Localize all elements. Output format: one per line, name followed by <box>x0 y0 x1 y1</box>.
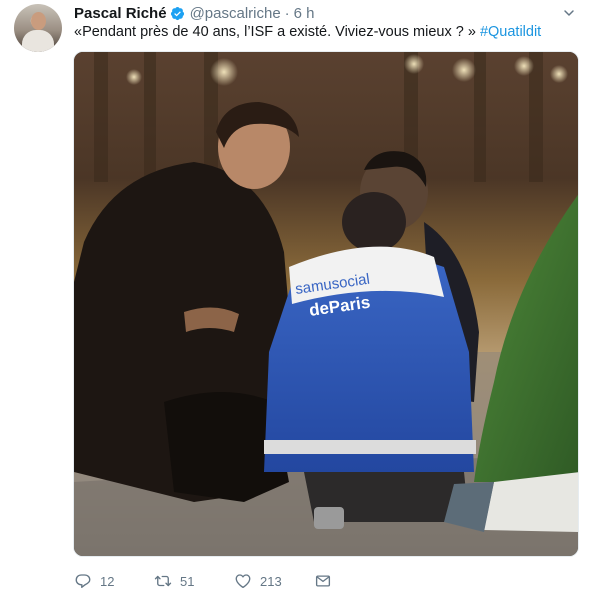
heart-icon <box>235 574 251 589</box>
avatar-head <box>31 12 46 30</box>
header-separator: · <box>284 4 290 22</box>
author-handle[interactable]: @pascalriche <box>190 5 281 22</box>
author-avatar[interactable] <box>14 4 62 52</box>
retweet-button[interactable]: 51 <box>154 572 234 590</box>
envelope-icon <box>315 575 331 587</box>
reply-bubble-icon <box>75 574 91 588</box>
retweet-icon <box>154 575 172 587</box>
tweet-text: «Pendant près de 40 ans, l’ISF a existé.… <box>74 22 579 42</box>
retweet-count: 51 <box>180 573 195 589</box>
reply-button[interactable]: 12 <box>74 572 154 590</box>
direct-message-button[interactable] <box>314 572 332 590</box>
tweet-header: Pascal Riché @pascalriche · 6 h <box>74 3 315 23</box>
tweet-actions: 12 51 213 <box>74 570 332 592</box>
photo-scene: samusocial deParis <box>74 52 578 556</box>
avatar-shirt <box>22 30 54 52</box>
verified-badge-icon <box>170 6 184 20</box>
author-name[interactable]: Pascal Riché <box>74 5 167 22</box>
tweet-card[interactable]: Pascal Riché @pascalriche · 6 h «Pendant… <box>0 0 593 602</box>
hashtag-link[interactable]: #Quatildit <box>480 24 541 40</box>
tweet-timestamp[interactable]: 6 h <box>294 5 315 22</box>
chevron-down-icon[interactable] <box>561 5 577 21</box>
tweet-photo[interactable]: samusocial deParis <box>73 51 579 557</box>
tweet-body: «Pendant près de 40 ans, l’ISF a existé.… <box>74 24 480 40</box>
like-count: 213 <box>260 573 282 589</box>
like-button[interactable]: 213 <box>234 572 314 590</box>
reply-count: 12 <box>100 573 115 589</box>
